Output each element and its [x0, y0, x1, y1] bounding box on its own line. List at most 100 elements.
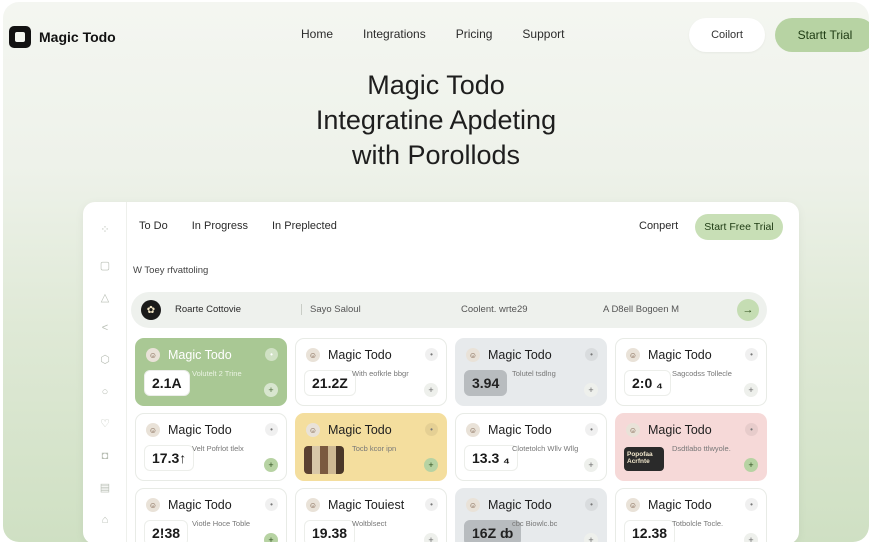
start-trial-button[interactable]: Startt Trial [775, 18, 869, 52]
add-icon[interactable]: + [744, 458, 758, 472]
card-value: 13.3 ₄ [464, 445, 518, 471]
avatar: ☺ [306, 423, 320, 437]
add-icon[interactable]: + [584, 383, 598, 397]
circle-icon[interactable]: ○ [99, 386, 111, 398]
card-badge: Popofaa Acrfnte [624, 447, 664, 471]
add-icon[interactable]: + [744, 533, 758, 542]
nav-integrations[interactable]: Integrations [363, 27, 426, 41]
database-icon[interactable]: ▤ [99, 482, 111, 494]
avatar: ☺ [466, 498, 480, 512]
nav-pricing[interactable]: Pricing [456, 27, 493, 41]
task-card[interactable]: ☺ Magic Todo • 12.38 Totbolcle Tocle. + [615, 488, 767, 542]
tab-in-progress[interactable]: In Progress [192, 220, 248, 232]
card-value: 2!38 [144, 520, 189, 542]
tab-to-do[interactable]: To Do [139, 220, 168, 232]
task-card[interactable]: ☺ Magic Touiest • 19.38 Woltblsect + [295, 488, 447, 542]
brand-name: Magic Todo [39, 29, 116, 45]
more-icon[interactable]: • [745, 423, 758, 436]
more-icon[interactable]: • [425, 498, 438, 511]
more-icon[interactable]: • [585, 498, 598, 511]
add-icon[interactable]: + [584, 458, 598, 472]
flower-icon: ✿ [141, 300, 161, 320]
card-description: cbc Biowlc.bc [512, 519, 558, 528]
filter-item[interactable]: Coolent. wrte29 [461, 304, 528, 315]
card-description: With eofkrle bbgr [352, 369, 409, 378]
card-value: 17.3↑ [144, 445, 195, 471]
task-card[interactable]: ☺ Magic Todo • 16Z ȸ cbc Biowlc.bc + [455, 488, 607, 542]
card-title: Magic Todo [168, 423, 232, 437]
add-icon[interactable]: + [264, 533, 278, 542]
shield-icon[interactable]: ⬡ [99, 354, 111, 366]
brand[interactable]: Magic Todo [9, 26, 116, 48]
add-icon[interactable]: + [424, 533, 438, 542]
more-icon[interactable]: • [745, 348, 758, 361]
start-free-trial-button[interactable]: Start Free Trial [695, 214, 783, 240]
task-card[interactable]: ☺ Magic Todo • 3.94 Tolutel tsdlng + [455, 338, 607, 406]
task-card[interactable]: ☺ Magic Todo • 2.1A Volutelt 2 Trine + [135, 338, 287, 406]
avatar: ☺ [626, 423, 640, 437]
task-card[interactable]: ☺ Magic Todo • 13.3 ₄ Clotetolch Wllv Wl… [455, 413, 607, 481]
add-icon[interactable]: + [424, 383, 438, 397]
avatar: ☺ [626, 348, 640, 362]
more-icon[interactable]: • [265, 348, 278, 361]
avatar: ☺ [306, 348, 320, 362]
more-icon[interactable]: • [585, 348, 598, 361]
card-title: Magic Todo [328, 423, 392, 437]
card-title: Magic Todo [168, 498, 232, 512]
add-icon[interactable]: + [424, 458, 438, 472]
avatar: ☺ [146, 348, 160, 362]
task-card[interactable]: ☺ Magic Todo • 2:0 ₄ Sagcodss Tollecle + [615, 338, 767, 406]
more-icon[interactable]: • [425, 348, 438, 361]
task-card[interactable]: ☺ Magic Todo • 17.3↑ Velt Pofrlot tlelx … [135, 413, 287, 481]
contact-button[interactable]: Coilort [689, 18, 765, 52]
task-card[interactable]: ☺ Magic Todo • Popofaa Acrfnte Dsdtlabo … [615, 413, 767, 481]
filter-bar: ✿ Roarte Cottovie Sayo Saloul Coolent. w… [131, 292, 767, 328]
card-description: Clotetolch Wllv Wllg [512, 444, 579, 453]
badge-icon[interactable]: ◘ [99, 450, 111, 462]
convert-link[interactable]: Conpert [639, 220, 678, 232]
task-card[interactable]: ☺ Magic Todo • 21.2Z With eofkrle bbgr + [295, 338, 447, 406]
more-icon[interactable]: • [265, 423, 278, 436]
triangle-icon[interactable]: △ [99, 292, 111, 304]
more-icon[interactable]: • [265, 498, 278, 511]
arrow-right-icon[interactable]: → [737, 299, 759, 321]
nav-home[interactable]: Home [301, 27, 333, 41]
more-icon[interactable]: • [585, 423, 598, 436]
bell-icon[interactable]: ⌂ [99, 514, 111, 526]
filter-item[interactable]: Roarte Cottovie [175, 304, 241, 315]
tab-completed[interactable]: In Preplected [272, 220, 337, 232]
card-value: 19.38 [304, 520, 356, 542]
card-description: Totbolcle Tocle. [672, 519, 724, 528]
add-icon[interactable]: + [264, 383, 278, 397]
grid-icon[interactable]: ⁘ [99, 224, 111, 236]
hero-heading: Magic Todo Integratine Apdeting with Por… [3, 68, 869, 173]
more-icon[interactable]: • [745, 498, 758, 511]
heart-icon[interactable]: ♡ [99, 418, 111, 430]
avatar: ☺ [306, 498, 320, 512]
filter-item[interactable]: A D8ell Bogoen M [603, 304, 679, 315]
hero-line-3: with Porollods [351, 140, 521, 170]
brand-logo-icon [9, 26, 31, 48]
filter-item[interactable]: Sayo Saloul [301, 304, 361, 315]
more-icon[interactable]: • [425, 423, 438, 436]
task-card[interactable]: ☺ Magic Todo • Tocb kcor ipn + [295, 413, 447, 481]
card-value: 3.94 [464, 370, 508, 396]
card-title: Magic Touiest [328, 498, 405, 512]
add-icon[interactable]: + [584, 533, 598, 542]
card-description: Volutelt 2 Trine [192, 369, 242, 378]
card-title: Magic Todo [488, 498, 552, 512]
card-description: Tolutel tsdlng [512, 369, 556, 378]
card-description: Woltblsect [352, 519, 387, 528]
nav-support[interactable]: Support [522, 27, 564, 41]
section-subtitle: W Toey rfvattoling [133, 265, 209, 276]
card-photo [304, 446, 344, 474]
dashboard-sidebar: ⁘ ▢ △ < ⬡ ○ ♡ ◘ ▤ ⌂ [83, 202, 127, 542]
card-description: Sagcodss Tollecle [672, 369, 732, 378]
share-icon[interactable]: < [99, 322, 111, 334]
add-icon[interactable]: + [264, 458, 278, 472]
task-card[interactable]: ☺ Magic Todo • 2!38 Viotle Hoce Toble + [135, 488, 287, 542]
calendar-icon[interactable]: ▢ [99, 260, 111, 272]
add-icon[interactable]: + [744, 383, 758, 397]
card-title: Magic Todo [488, 423, 552, 437]
top-nav: Home Integrations Pricing Support [301, 27, 564, 41]
